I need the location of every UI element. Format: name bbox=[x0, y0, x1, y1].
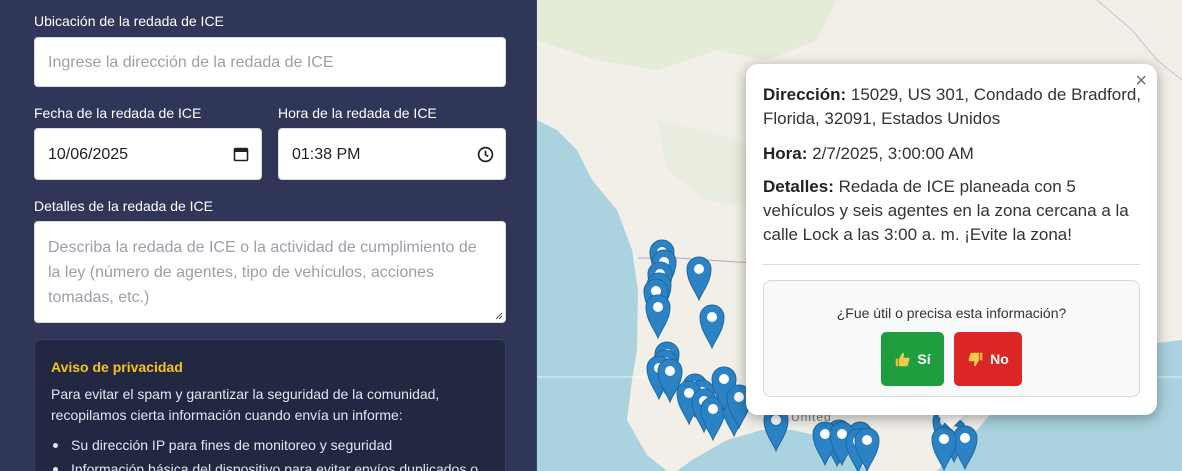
yes-button[interactable]: Sí bbox=[881, 332, 944, 386]
date-value: 10/06/2025 bbox=[48, 146, 129, 163]
calendar-icon[interactable] bbox=[233, 146, 249, 162]
details-label: Detalles de la redada de ICE bbox=[34, 198, 213, 214]
raid-info-popup: × Dirección: 15029, US 301, Condado de B… bbox=[746, 64, 1157, 415]
privacy-item: Su dirección IP para fines de monitoreo … bbox=[51, 433, 496, 457]
privacy-body: Para evitar el spam y garantizar la segu… bbox=[51, 386, 440, 423]
location-placeholder: Ingrese la dirección de la redada de ICE bbox=[48, 54, 334, 71]
privacy-list: Su dirección IP para fines de monitoreo … bbox=[51, 433, 496, 471]
thumbs-up-icon bbox=[896, 352, 910, 366]
yes-label: Sí bbox=[917, 351, 931, 367]
feedback-box: ¿Fue útil o precisa esta información? Sí… bbox=[763, 280, 1140, 397]
time-input[interactable]: 01:38 PM bbox=[278, 128, 506, 180]
address-line: Dirección: 15029, US 301, Condado de Bra… bbox=[763, 83, 1143, 131]
divider bbox=[763, 264, 1140, 265]
details-textarea[interactable]: Describa la redada de ICE o la actividad… bbox=[34, 221, 506, 323]
no-label: No bbox=[990, 351, 1009, 367]
details-placeholder: Describa la redada de ICE o la actividad… bbox=[48, 239, 477, 306]
resize-handle-icon[interactable] bbox=[495, 312, 503, 320]
map-marker-icon[interactable] bbox=[952, 425, 978, 471]
privacy-notice: Aviso de privacidad Para evitar el spam … bbox=[34, 339, 506, 471]
no-button[interactable]: No bbox=[954, 332, 1022, 386]
privacy-item: Información básica del dispositivo para … bbox=[51, 457, 496, 471]
clock-icon[interactable] bbox=[477, 146, 494, 163]
details-label: Detalles: bbox=[763, 177, 834, 196]
feedback-question: ¿Fue útil o precisa esta información? bbox=[836, 305, 1067, 321]
time-label: Hora de la redada de ICE bbox=[278, 105, 437, 121]
date-label: Fecha de la redada de ICE bbox=[34, 105, 202, 121]
address-label: Dirección: bbox=[763, 85, 847, 104]
location-input[interactable]: Ingrese la dirección de la redada de ICE bbox=[34, 37, 506, 87]
report-form-panel: Ubicación de la redada de ICE Ingrese la… bbox=[0, 0, 537, 471]
thumbs-down-icon bbox=[968, 352, 983, 366]
details-line: Detalles: Redada de ICE planeada con 5 v… bbox=[763, 175, 1143, 247]
privacy-title: Aviso de privacidad bbox=[51, 359, 183, 375]
time-label: Hora: bbox=[763, 144, 808, 163]
date-input[interactable]: 10/06/2025 bbox=[34, 128, 262, 180]
time-value: 01:38 PM bbox=[292, 146, 361, 163]
time-value: 2/7/2025, 3:00:00 AM bbox=[812, 144, 974, 163]
time-line: Hora: 2/7/2025, 3:00:00 AM bbox=[763, 142, 1143, 166]
location-label: Ubicación de la redada de ICE bbox=[34, 13, 224, 29]
